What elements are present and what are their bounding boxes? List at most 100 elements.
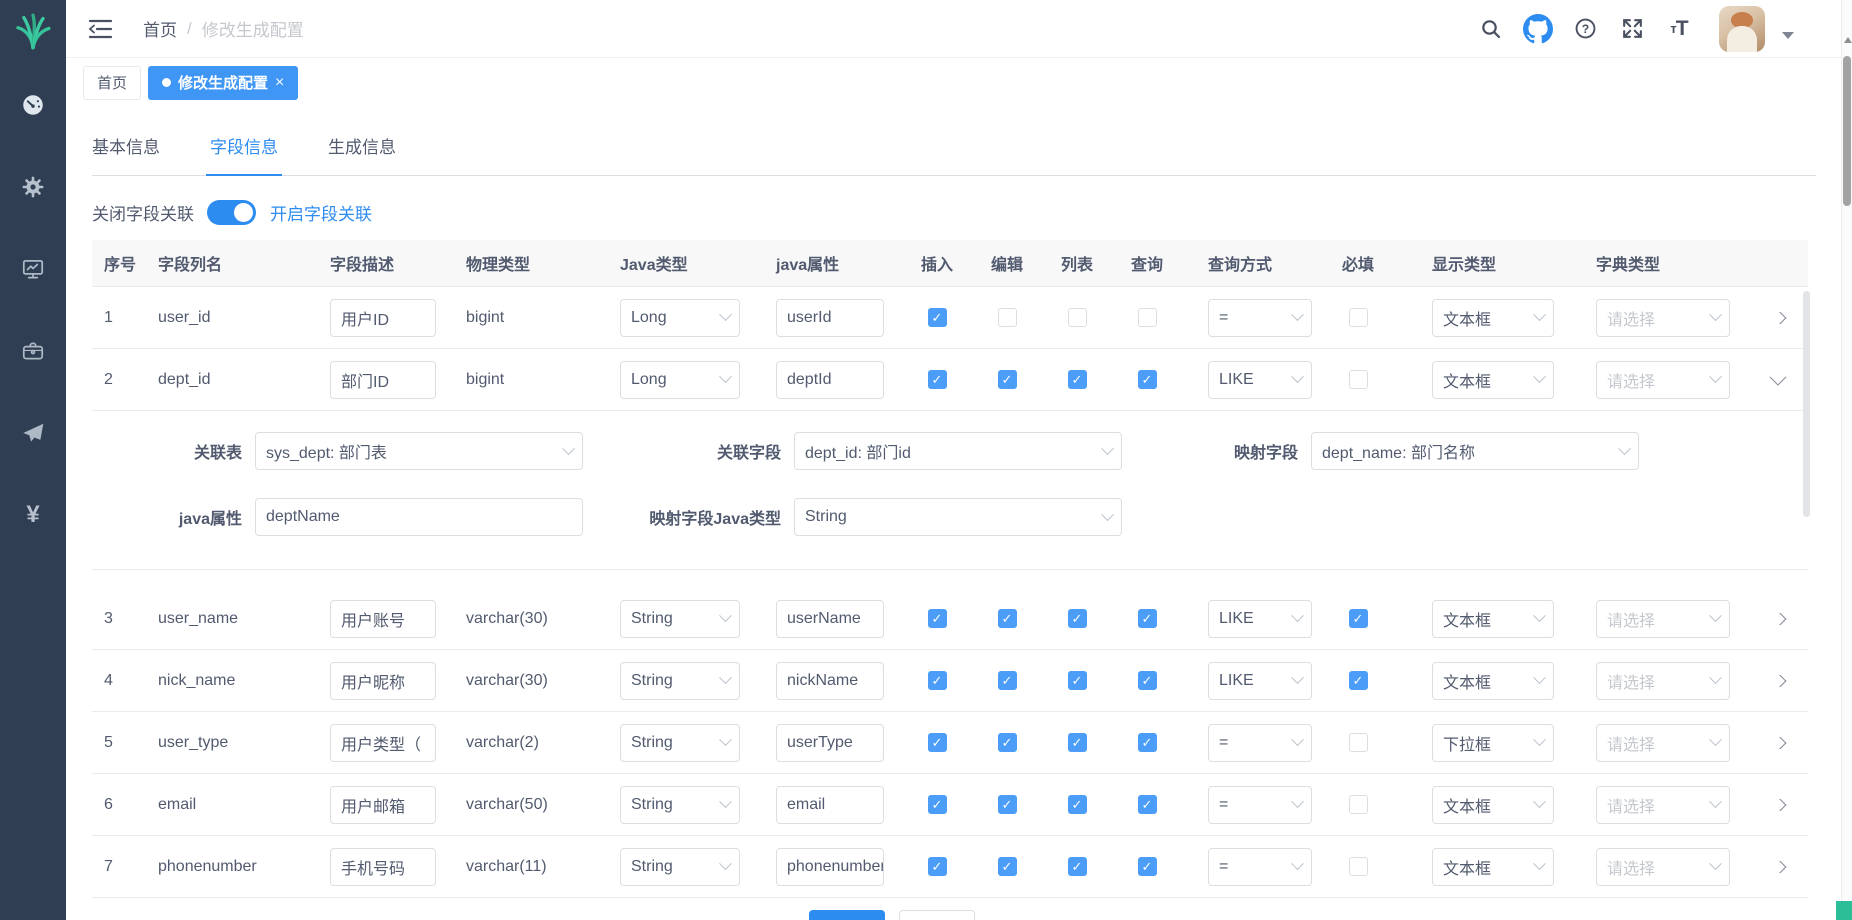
required-checkbox[interactable] — [1349, 370, 1368, 389]
query-checkbox-checked[interactable] — [1138, 609, 1157, 628]
query-checkbox-checked[interactable] — [1138, 370, 1157, 389]
required-checkbox[interactable] — [1349, 733, 1368, 752]
tag-home[interactable]: 首页 — [83, 66, 141, 100]
submit-button[interactable]: 提交 — [809, 910, 885, 920]
page-scrollbar-thumb[interactable] — [1843, 56, 1851, 206]
required-checkbox[interactable] — [1349, 795, 1368, 814]
list-checkbox-checked[interactable] — [1068, 370, 1087, 389]
tab-basic-info[interactable]: 基本信息 — [92, 133, 160, 175]
edit-checkbox-checked[interactable] — [998, 609, 1017, 628]
java-attr-input[interactable]: userType — [776, 724, 884, 762]
edit-checkbox[interactable] — [998, 308, 1017, 327]
mapping-java-attr-input[interactable]: deptName — [255, 498, 583, 536]
field-desc-input[interactable]: 用户ID — [330, 299, 436, 337]
query-mode-select[interactable]: LIKE — [1208, 600, 1312, 638]
display-type-select[interactable]: 文本框 — [1432, 600, 1554, 638]
java-type-select[interactable]: Long — [620, 299, 740, 337]
expand-row-chevron-icon[interactable] — [1770, 312, 1787, 324]
tag-close-icon[interactable]: × — [275, 74, 284, 92]
display-type-select[interactable]: 文本框 — [1432, 299, 1554, 337]
java-attr-input[interactable]: nickName — [776, 662, 884, 700]
table-scrollbar-thumb[interactable] — [1803, 291, 1810, 517]
back-button[interactable]: 返回 — [899, 910, 975, 920]
expand-row-chevron-icon[interactable] — [1770, 675, 1787, 687]
query-checkbox-checked[interactable] — [1138, 733, 1157, 752]
insert-checkbox-checked[interactable] — [928, 857, 947, 876]
dict-type-select[interactable]: 请选择 — [1596, 361, 1730, 399]
list-checkbox-checked[interactable] — [1068, 857, 1087, 876]
query-checkbox[interactable] — [1138, 308, 1157, 327]
font-size-icon[interactable]: тT — [1664, 14, 1694, 44]
paper-plane-icon[interactable] — [20, 420, 46, 446]
insert-checkbox-checked[interactable] — [928, 609, 947, 628]
tab-field-info[interactable]: 字段信息 — [210, 133, 278, 175]
required-checkbox-checked[interactable] — [1349, 671, 1368, 690]
insert-checkbox-checked[interactable] — [928, 733, 947, 752]
edit-checkbox-checked[interactable] — [998, 857, 1017, 876]
insert-checkbox-checked[interactable] — [928, 795, 947, 814]
list-checkbox-checked[interactable] — [1068, 795, 1087, 814]
display-type-select[interactable]: 文本框 — [1432, 786, 1554, 824]
field-desc-input[interactable]: 用户账号 — [330, 600, 436, 638]
query-checkbox-checked[interactable] — [1138, 671, 1157, 690]
insert-checkbox-checked[interactable] — [928, 370, 947, 389]
insert-checkbox-checked[interactable] — [928, 671, 947, 690]
required-checkbox-checked[interactable] — [1349, 609, 1368, 628]
java-attr-input[interactable]: userName — [776, 600, 884, 638]
dict-type-select[interactable]: 请选择 — [1596, 786, 1730, 824]
collapse-menu-icon[interactable] — [85, 14, 115, 44]
java-attr-input[interactable]: phonenumber — [776, 848, 884, 886]
page-scrollbar[interactable] — [1841, 0, 1852, 920]
collapse-row-chevron-icon[interactable] — [1770, 374, 1787, 386]
fullscreen-icon[interactable] — [1617, 14, 1647, 44]
required-checkbox[interactable] — [1349, 308, 1368, 327]
tag-current-page[interactable]: 修改生成配置 × — [148, 66, 298, 100]
field-desc-input[interactable]: 用户昵称 — [330, 662, 436, 700]
breadcrumb-home[interactable]: 首页 — [143, 16, 177, 41]
java-attr-input[interactable]: userId — [776, 299, 884, 337]
dict-type-select[interactable]: 请选择 — [1596, 600, 1730, 638]
insert-checkbox-checked[interactable] — [928, 308, 947, 327]
dict-type-select[interactable]: 请选择 — [1596, 299, 1730, 337]
query-checkbox-checked[interactable] — [1138, 857, 1157, 876]
edit-checkbox-checked[interactable] — [998, 795, 1017, 814]
expand-row-chevron-icon[interactable] — [1770, 737, 1787, 749]
java-type-select[interactable]: Long — [620, 361, 740, 399]
yen-icon[interactable]: ¥ — [20, 502, 46, 528]
edit-checkbox-checked[interactable] — [998, 733, 1017, 752]
query-mode-select[interactable]: = — [1208, 724, 1312, 762]
display-type-select[interactable]: 文本框 — [1432, 361, 1554, 399]
dict-type-select[interactable]: 请选择 — [1596, 848, 1730, 886]
display-type-select[interactable]: 文本框 — [1432, 848, 1554, 886]
relation-table-select[interactable]: sys_dept: 部门表 — [255, 432, 583, 470]
query-mode-select[interactable]: LIKE — [1208, 361, 1312, 399]
java-type-select[interactable]: String — [620, 724, 740, 762]
dict-type-select[interactable]: 请选择 — [1596, 724, 1730, 762]
query-mode-select[interactable]: = — [1208, 848, 1312, 886]
java-attr-input[interactable]: email — [776, 786, 884, 824]
dict-type-select[interactable]: 请选择 — [1596, 662, 1730, 700]
monitor-chart-icon[interactable] — [20, 256, 46, 282]
list-checkbox[interactable] — [1068, 308, 1087, 327]
java-type-select[interactable]: String — [620, 786, 740, 824]
app-logo[interactable] — [0, 0, 66, 66]
expand-row-chevron-icon[interactable] — [1770, 861, 1787, 873]
briefcase-icon[interactable] — [20, 338, 46, 364]
scroll-up-arrow-icon[interactable] — [1844, 37, 1852, 43]
user-menu-caret-icon[interactable] — [1782, 32, 1794, 39]
expand-row-chevron-icon[interactable] — [1770, 799, 1787, 811]
field-desc-input[interactable]: 用户类型（ — [330, 724, 436, 762]
java-attr-input[interactable]: deptId — [776, 361, 884, 399]
query-mode-select[interactable]: LIKE — [1208, 662, 1312, 700]
field-desc-input[interactable]: 用户邮箱 — [330, 786, 436, 824]
field-desc-input[interactable]: 部门ID — [330, 361, 436, 399]
list-checkbox-checked[interactable] — [1068, 671, 1087, 690]
list-checkbox-checked[interactable] — [1068, 733, 1087, 752]
required-checkbox[interactable] — [1349, 857, 1368, 876]
display-type-select[interactable]: 文本框 — [1432, 662, 1554, 700]
edit-checkbox-checked[interactable] — [998, 671, 1017, 690]
help-icon[interactable]: ? — [1570, 14, 1600, 44]
dashboard-gauge-icon[interactable] — [20, 92, 46, 118]
relation-field-select[interactable]: dept_id: 部门id — [794, 432, 1122, 470]
java-type-select[interactable]: String — [620, 662, 740, 700]
